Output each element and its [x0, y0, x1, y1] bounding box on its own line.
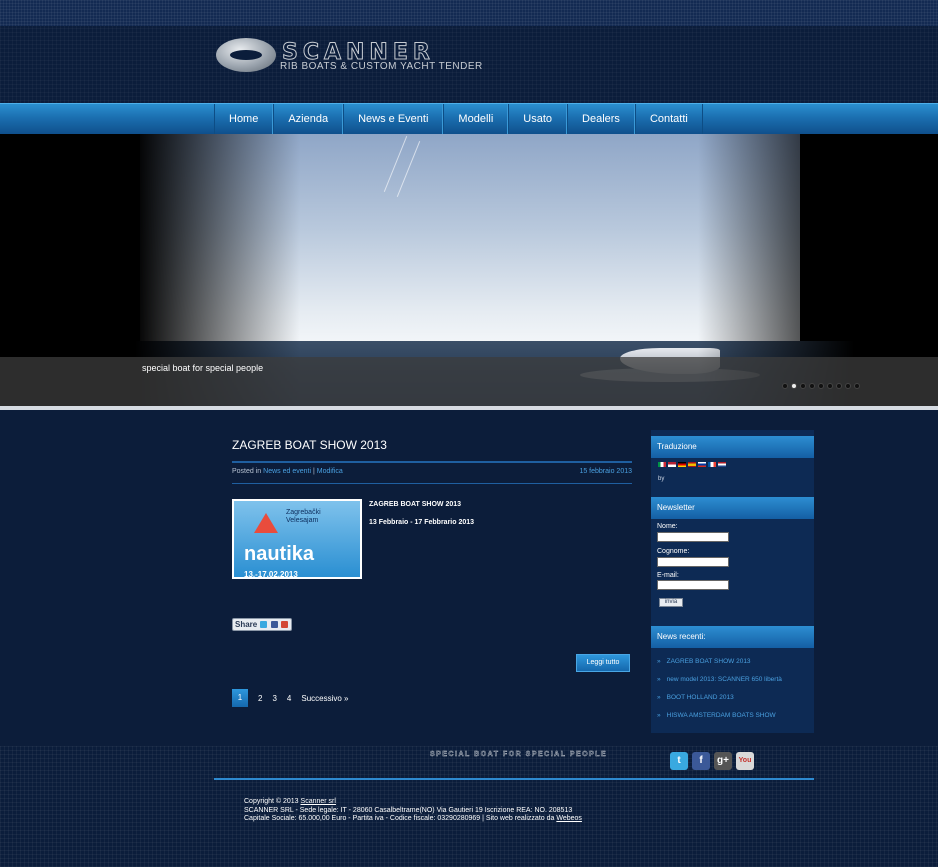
footer-capital-line: Capitale Sociale: 65.000,00 Euro - Parti…	[244, 815, 582, 824]
post-title[interactable]: ZAGREB BOAT SHOW 2013	[232, 438, 387, 452]
nav-items: Home Azienda News e Eventi Modelli Usato…	[214, 104, 703, 135]
pagination: 1 2 3 4 Successivo »	[232, 689, 359, 707]
recent-news-item[interactable]: HISWA AMSTERDAM BOATS SHOW	[657, 712, 782, 719]
main-navigation: Home Azienda News e Eventi Modelli Usato…	[0, 103, 938, 135]
flag-spanish-icon[interactable]	[688, 462, 696, 467]
newsletter-heading: Newsletter	[651, 497, 814, 519]
social-links: t f g+ You	[670, 752, 754, 770]
page-link-4[interactable]: 4	[287, 694, 291, 703]
capital-text: Capitale Sociale: 65.000,00 Euro - Parti…	[244, 815, 555, 822]
newsletter-email-label: E-mail:	[657, 572, 679, 579]
translation-by-label: by	[658, 476, 665, 482]
nav-item-home[interactable]: Home	[214, 104, 274, 135]
twitter-icon[interactable]: t	[670, 752, 688, 770]
post-thumbnail[interactable]: Zagrebački Velesajam nautika 13.-17.02.2…	[232, 499, 362, 579]
recent-news-item[interactable]: ZAGREB BOAT SHOW 2013	[657, 658, 782, 665]
nav-item-contatti[interactable]: Contatti	[634, 104, 703, 135]
page-link-2[interactable]: 2	[258, 694, 262, 703]
nav-item-modelli[interactable]: Modelli	[443, 104, 509, 135]
title-divider	[232, 461, 632, 463]
share-label: Share	[235, 620, 258, 629]
recent-news-item[interactable]: BOOT HOLLAND 2013	[657, 694, 782, 701]
company-link[interactable]: Scanner srl	[301, 798, 336, 805]
next-page-link[interactable]: Successivo »	[301, 694, 348, 703]
excerpt-dates: 13 Febbraio - 17 Febbrario 2013	[369, 519, 475, 526]
slider-dots	[782, 383, 860, 389]
translation-heading: Traduzione	[651, 436, 814, 458]
nav-item-azienda[interactable]: Azienda	[273, 104, 344, 135]
nav-item-dealers[interactable]: Dealers	[567, 104, 635, 135]
newsletter-submit-button[interactable]: invia	[659, 598, 683, 607]
flag-italian-icon[interactable]	[658, 462, 666, 467]
copyright-prefix: Copyright © 2013	[244, 798, 299, 805]
slider-dot[interactable]	[782, 383, 788, 389]
site-logo[interactable]: SCANNER RIB BOATS & CUSTOM YACHT TENDER	[216, 38, 486, 78]
flag-german-icon[interactable]	[678, 462, 686, 467]
footer-copyright-line: Copyright © 2013 Scanner srl	[244, 798, 582, 807]
page-link-3[interactable]: 3	[272, 694, 276, 703]
edit-link[interactable]: Modifica	[317, 468, 343, 475]
thumbnail-dates: 13.-17.02.2013	[244, 570, 298, 579]
site-footer: SPECIAL BOAT FOR SPECIAL PEOPLE t f g+ Y…	[0, 746, 938, 867]
webmaster-link[interactable]: Webeos	[556, 815, 582, 822]
meta-separator: |	[312, 468, 315, 475]
sidebar: Traduzione by Newsletter Nome: Cognome: …	[651, 430, 814, 733]
nav-item-usato[interactable]: Usato	[508, 104, 568, 135]
slider-dot[interactable]	[845, 383, 851, 389]
post-date: 15 febbraio 2013	[579, 468, 632, 475]
thumbnail-brand-line1: Zagrebački	[286, 509, 321, 516]
language-flags	[658, 462, 726, 467]
flag-dutch-icon[interactable]	[718, 462, 726, 467]
logo-tagline: RIB BOATS & CUSTOM YACHT TENDER	[280, 61, 483, 72]
post-meta: Posted in News ed eventi | Modifica 15 f…	[232, 468, 632, 475]
footer-legal-text: Copyright © 2013 Scanner srl SCANNER SRL…	[244, 798, 582, 824]
slide-caption: special boat for special people	[142, 363, 264, 373]
facebook-share-icon[interactable]	[270, 621, 278, 629]
scanner-logo-icon	[216, 38, 276, 72]
read-all-button[interactable]: Leggi tutto	[576, 654, 630, 672]
slider-dot[interactable]	[800, 383, 806, 389]
page-link-1[interactable]: 1	[232, 689, 248, 707]
footer-company-line: SCANNER SRL - Sede legale: IT - 28060 Ca…	[244, 806, 573, 814]
flag-english-icon[interactable]	[668, 462, 676, 467]
slider-dot[interactable]	[818, 383, 824, 389]
google-share-icon[interactable]	[280, 621, 288, 629]
thumbnail-brand: Zagrebački Velesajam	[286, 509, 321, 525]
site-header: SCANNER RIB BOATS & CUSTOM YACHT TENDER	[0, 0, 938, 103]
newsletter-name-label: Nome:	[657, 523, 678, 530]
youtube-icon[interactable]: You	[736, 752, 754, 770]
hero-slider[interactable]: special boat for special people	[0, 134, 938, 406]
google-plus-icon[interactable]: g+	[714, 752, 732, 770]
posted-in-label: Posted in	[232, 468, 262, 475]
slider-dot[interactable]	[809, 383, 815, 389]
slider-dot[interactable]	[854, 383, 860, 389]
recent-news-heading: News recenti:	[651, 626, 814, 648]
slider-dot[interactable]	[836, 383, 842, 389]
newsletter-surname-label: Cognome:	[657, 548, 690, 555]
slider-dot[interactable]	[827, 383, 833, 389]
paper-boat-icon	[254, 513, 278, 533]
newsletter-name-input[interactable]	[657, 532, 729, 542]
footer-divider	[214, 778, 814, 780]
category-link[interactable]: News ed eventi	[263, 468, 311, 475]
nav-item-news-eventi[interactable]: News e Eventi	[343, 104, 444, 135]
main-content: ZAGREB BOAT SHOW 2013 Posted in News ed …	[0, 410, 938, 746]
excerpt-title: ZAGREB BOAT SHOW 2013	[369, 501, 462, 508]
newsletter-surname-input[interactable]	[657, 557, 729, 567]
recent-news-item[interactable]: new model 2013: SCANNER 650 libertà	[657, 676, 782, 683]
slider-dot[interactable]	[791, 383, 797, 389]
recent-news-list: ZAGREB BOAT SHOW 2013 new model 2013: SC…	[657, 658, 782, 730]
slide-caption-bar: special boat for special people	[0, 357, 938, 406]
thumbnail-word: nautika	[244, 543, 315, 565]
meta-divider	[232, 483, 632, 484]
twitter-share-icon[interactable]	[260, 621, 268, 629]
flag-french-icon[interactable]	[708, 462, 716, 467]
header-top-strip	[0, 0, 938, 26]
newsletter-email-input[interactable]	[657, 580, 729, 590]
thumbnail-brand-line2: Velesajam	[286, 517, 319, 524]
footer-slogan: SPECIAL BOAT FOR SPECIAL PEOPLE	[430, 751, 608, 758]
share-button[interactable]: Share	[232, 618, 292, 631]
flag-russian-icon[interactable]	[698, 462, 706, 467]
facebook-icon[interactable]: f	[692, 752, 710, 770]
